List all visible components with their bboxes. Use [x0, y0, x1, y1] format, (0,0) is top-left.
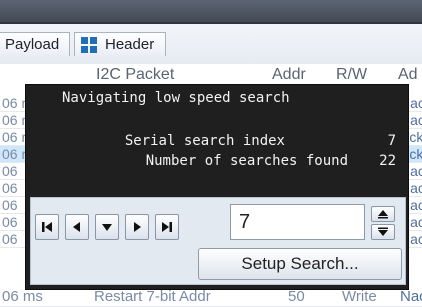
tab-header[interactable]: Header [74, 32, 166, 56]
row-addr: 50 [288, 288, 305, 305]
searches-found-label: Number of searches found [145, 153, 348, 169]
skip-last-icon [162, 222, 172, 232]
row-time: 06 r [2, 95, 27, 111]
index-spinner[interactable] [371, 206, 395, 240]
overlay-title: Navigating low speed search [62, 90, 290, 106]
search-navigation-overlay: Navigating low speed search Serial searc… [25, 84, 409, 290]
triangle-down-icon [102, 224, 112, 231]
first-result-button[interactable] [35, 214, 59, 240]
row-time: 06 [2, 197, 18, 213]
row-time: 06 [2, 180, 18, 196]
header-grid-icon [81, 37, 97, 53]
row-rw: Write [342, 288, 377, 305]
row-time: 06 r [2, 146, 27, 162]
triangle-left-icon [73, 222, 80, 232]
column-header-packet[interactable]: I2C Packet [96, 66, 174, 84]
row-time: 06 [2, 231, 18, 247]
setup-search-button[interactable]: Setup Search... [198, 248, 402, 280]
step-down-button[interactable] [95, 214, 119, 240]
spinner-up-button[interactable] [371, 206, 395, 222]
column-header-addr[interactable]: Addr [272, 66, 306, 84]
row-time: 06 r [2, 129, 27, 145]
row-time: 06 [2, 163, 18, 179]
spinner-up-icon [378, 210, 388, 219]
next-result-button[interactable] [125, 214, 149, 240]
spinner-down-icon [378, 227, 388, 236]
serial-search-index-value: 7 [387, 133, 396, 149]
column-header-rw[interactable]: R/W [336, 66, 367, 84]
serial-search-index-label: Serial search index [124, 133, 285, 149]
triangle-right-icon [134, 222, 141, 232]
tab-header-label: Header [105, 36, 155, 53]
row-time: 06 [2, 214, 18, 230]
last-result-button[interactable] [155, 214, 179, 240]
table-row[interactable]: 06 ms Restart 7-bit Addr 50 Write Nac [0, 288, 422, 307]
skip-first-icon [42, 222, 52, 232]
row-packet: Restart 7-bit Addr [94, 288, 211, 305]
search-control-panel: Setup Search... [30, 197, 406, 285]
search-index-input[interactable] [230, 204, 365, 240]
searches-found-value: 22 [379, 153, 396, 169]
tab-payload-label: Payload [5, 36, 60, 53]
spinner-down-button[interactable] [371, 224, 395, 240]
title-bar [0, 0, 422, 22]
row-time: 06 r [2, 112, 27, 128]
column-header-ad[interactable]: Ad [398, 66, 418, 84]
row-ad: Nac [400, 288, 422, 305]
row-time: 06 ms [2, 288, 43, 305]
tab-payload[interactable]: Payload [0, 32, 70, 56]
tab-row: Payload Header [0, 24, 422, 64]
previous-result-button[interactable] [65, 214, 89, 240]
